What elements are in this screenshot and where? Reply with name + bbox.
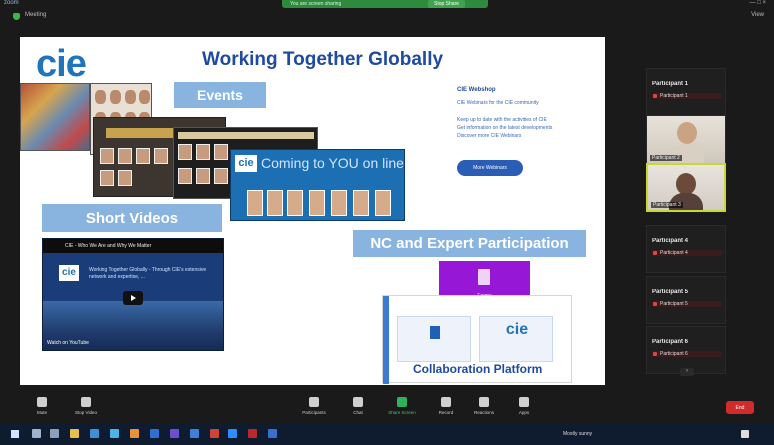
teams-icon[interactable] [170,429,179,438]
reactions-icon [479,397,489,407]
participants-button[interactable]: Participants [292,397,336,415]
muted-mic-icon [653,302,657,306]
app-logo: zoom [4,0,19,6]
apps-button[interactable]: Apps [502,397,546,415]
webinar-line: Keep up to date with the activities of C… [457,117,547,123]
record-icon [441,397,451,407]
windows-taskbar: Mostly sunny [0,423,774,445]
video-footer: Watch on YouTube [47,340,89,346]
mail-icon[interactable] [110,429,119,438]
short-videos-label: Short Videos [42,204,222,232]
gallery-next-page-button[interactable]: › [680,368,694,376]
end-meeting-button[interactable]: End [726,401,754,414]
webinar-line: Get information on the latest developmen… [457,125,553,131]
more-webinars-button: More Webinars [457,160,523,176]
windows-start-icon[interactable] [11,430,19,438]
share-screen-icon [397,397,407,407]
search-icon[interactable] [32,429,41,438]
participants-icon [309,397,319,407]
microphone-icon [37,397,47,407]
video-thumbnail: CIE - Who We Are and Why We Matter cie W… [42,238,224,351]
reactions-button[interactable]: Reactions [462,397,506,415]
coming-cie-logo: cie [235,155,257,172]
video-participant-name: Participant 3 [651,202,683,208]
participant-face [676,173,696,195]
webinar-title: CIE Webshop [457,87,496,93]
active-speaker-tile[interactable]: Participant 3 [646,163,726,212]
acrobat-icon[interactable] [248,429,257,438]
window-title-bar: zoom You are screen sharing Stop Share —… [0,0,774,9]
participant-name-tag: Participant 5 [652,301,722,307]
video-camera-icon [81,397,91,407]
collab-card: cie [479,316,553,362]
participant-name: Participant 5 [652,289,689,295]
play-icon [123,291,143,305]
participant-name: Participant 1 [652,81,689,87]
participant-tile[interactable]: Participant 6 Participant 6 [646,326,726,374]
zoom-taskbar-icon[interactable] [228,429,237,438]
video-cie-logo: cie [59,265,79,281]
chat-icon [353,397,363,407]
collab-card [397,316,471,362]
participant-video-tile[interactable]: Participant 2 [646,115,726,164]
slide-title: Working Together Globally [202,49,444,70]
webinar-line: Discover more CIE Webinars [457,133,522,139]
nc-participation-label: NC and Expert Participation [353,230,586,257]
screen-sharing-banner: You are screen sharing Stop Share [282,0,488,8]
collab-cie-logo: cie [505,321,529,338]
webinar-line: CIE Webinars for the CIE community [457,100,539,106]
meeting-header: Meeting View [0,9,774,25]
participant-name: Participant 4 [652,238,689,244]
meeting-info[interactable]: Meeting [25,12,46,18]
video-top-bar: CIE - Who We Are and Why We Matter [43,239,223,253]
participant-name: Participant 6 [652,339,689,345]
forms-icon [478,269,490,285]
stop-video-button[interactable]: Stop Video [64,397,108,415]
app-icon[interactable] [268,429,277,438]
collab-sidebar [383,296,389,384]
events-label: Events [174,82,266,108]
weather-widget[interactable]: Mostly sunny [563,431,592,437]
document-icon [430,326,440,339]
mute-button[interactable]: Mute [20,397,64,415]
outlook-icon[interactable] [190,429,199,438]
participant-name-tag: Participant 1 [652,93,722,99]
share-screen-button[interactable]: Share Screen [380,397,424,415]
stop-share-button[interactable]: Stop Share [428,0,466,8]
task-view-icon[interactable] [50,429,59,438]
muted-mic-icon [653,251,657,255]
shared-slide: cie Working Together Globally Events cie… [20,37,605,385]
video-title: CIE - Who We Are and Why We Matter [65,243,152,249]
app-icon[interactable] [130,429,139,438]
zoom-window: zoom You are screen sharing Stop Share —… [0,0,774,445]
view-button[interactable]: View [751,12,764,18]
video-participant-name: Participant 2 [650,155,682,161]
participant-face [677,122,697,144]
participant-body [670,144,704,163]
participant-tile[interactable]: Participant 1 Participant 1 [646,68,726,116]
coming-online-text: Coming to YOU on line [261,155,404,171]
participant-name-tag: Participant 6 [652,351,722,357]
participant-tile[interactable]: Participant 4 Participant 4 [646,225,726,273]
sharing-status-text: You are screen sharing [290,1,342,7]
chat-button[interactable]: Chat [336,397,380,415]
meeting-toolbar: Mute Stop Video Participants Chat Share … [0,395,774,422]
coming-online-banner: cie Coming to YOU on line [230,149,405,221]
powerpoint-icon[interactable] [210,429,219,438]
participant-name-tag: Participant 4 [652,250,722,256]
word-icon[interactable] [150,429,159,438]
window-controls[interactable]: — □ × [750,0,766,6]
apps-icon [519,397,529,407]
cie-logo: cie [36,43,87,85]
file-explorer-icon[interactable] [70,429,79,438]
notification-icon[interactable] [741,430,749,438]
edge-browser-icon[interactable] [90,429,99,438]
security-shield-icon[interactable] [13,13,20,20]
video-description: Working Together Globally - Through CIE'… [89,267,207,280]
participant-tile[interactable]: Participant 5 Participant 5 [646,276,726,324]
collaboration-platform-label: Collaboration Platform [413,362,543,376]
muted-mic-icon [653,94,657,98]
muted-mic-icon [653,352,657,356]
event-photo-collage [20,83,90,151]
